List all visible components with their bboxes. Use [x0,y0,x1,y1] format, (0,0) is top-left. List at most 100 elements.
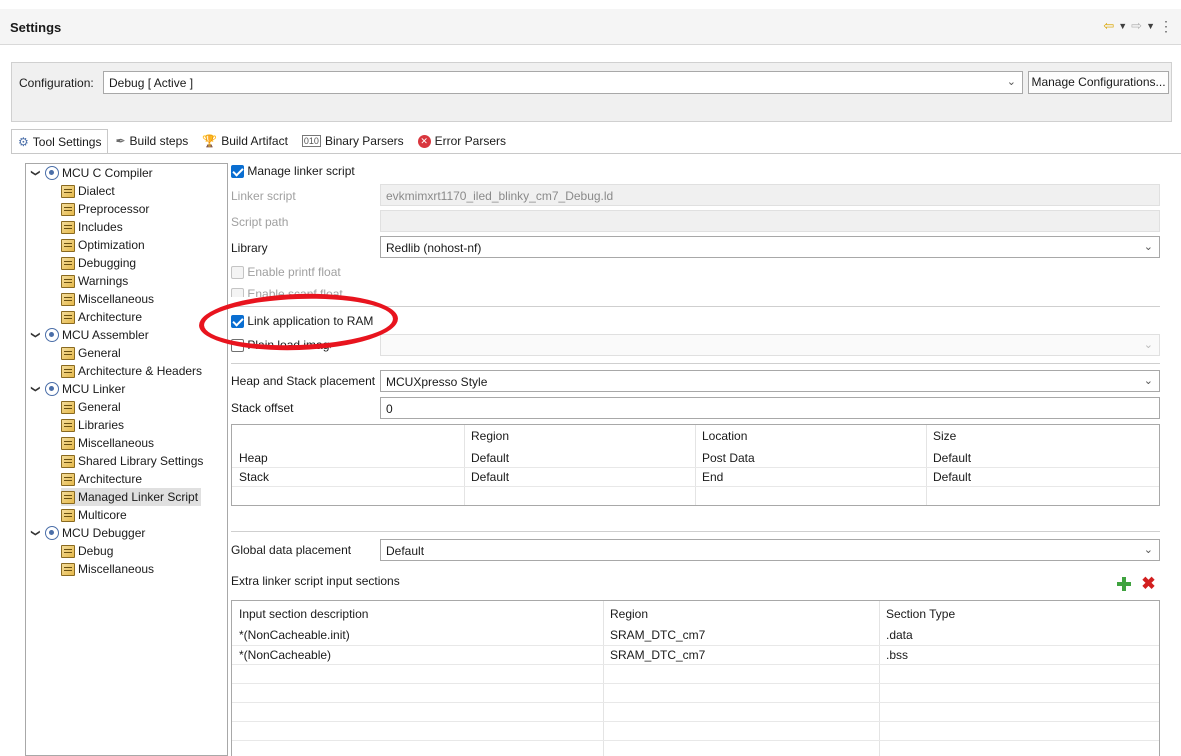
gear-icon: ⚙ [18,134,29,149]
plain-load-image-checkbox[interactable] [231,339,244,353]
back-dropdown-icon[interactable]: ▼ [1118,18,1127,34]
column-header-size[interactable]: Size [926,425,956,447]
tree-label: Miscellaneous [78,292,155,306]
tree-node-miscellaneous[interactable]: Miscellaneous [61,434,154,452]
tree-node-mcu-c-compiler[interactable]: ❯ MCU C Compiler [30,164,153,182]
view-menu-icon[interactable]: ⋮ [1159,18,1173,34]
tree-node-architecture[interactable]: Architecture [61,470,142,488]
tree-node-mcu-debugger[interactable]: ❯ MCU Debugger [30,524,145,542]
link-app-to-ram-checkbox[interactable] [231,315,244,329]
tree-label: Includes [78,220,123,234]
tree-node-includes[interactable]: Includes [61,218,123,236]
table-cell[interactable]: Post Data [695,449,755,468]
chevron-down-icon[interactable]: ❯ [27,167,45,179]
delete-icon[interactable]: ✖ [1141,575,1156,592]
table-cell[interactable]: .bss [879,646,908,665]
enable-scanf-float-checkbox[interactable] [231,288,244,297]
tree-node-shared-library-settings[interactable]: Shared Library Settings [61,452,203,470]
tree-node-libraries[interactable]: Libraries [61,416,124,434]
table-cell[interactable]: SRAM_DTC_cm7 [603,646,705,665]
options-icon [61,238,75,252]
table-cell[interactable]: SRAM_DTC_cm7 [603,626,705,645]
global-data-select[interactable]: Default ⌄ [380,539,1160,561]
table-cell[interactable]: End [695,468,723,487]
tree-node-multicore[interactable]: Multicore [61,506,127,524]
link-app-to-ram-row[interactable]: Link application to RAM [231,314,373,329]
column-header-region[interactable]: Region [464,425,509,447]
tree-node-architecture[interactable]: Architecture [61,308,142,326]
column-header-location[interactable]: Location [695,425,747,447]
manage-linker-script-row[interactable]: Manage linker script [231,164,355,179]
trophy-icon: 🏆 [202,134,218,148]
binary-icon: 010 [301,135,321,147]
tree-node-optimization[interactable]: Optimization [61,236,145,254]
forward-arrow-icon[interactable]: ⇨ [1131,18,1142,34]
tab-build-artifact[interactable]: 🏆 Build Artifact [195,129,295,153]
manage-configurations-button[interactable]: Manage Configurations... [1028,71,1169,94]
column-header-input-section[interactable]: Input section description [232,603,368,625]
table-cell[interactable]: .data [879,626,913,645]
tree-node-miscellaneous[interactable]: Miscellaneous [61,290,154,308]
tree-node-preprocessor[interactable]: Preprocessor [61,200,149,218]
configuration-select[interactable]: Debug [ Active ] ⌄ [103,71,1023,94]
tree-node-architecture-headers[interactable]: Architecture & Headers [61,362,202,380]
configuration-area: Configuration: Debug [ Active ] ⌄ Manage… [11,62,1172,122]
tree-node-dialect[interactable]: Dialect [61,182,115,200]
stack-offset-input[interactable]: 0 [380,397,1160,419]
tree-label: Managed Linker Script [78,490,199,504]
row-divider [232,702,1159,703]
table-cell[interactable]: Default [464,468,509,487]
column-header-section-type[interactable]: Section Type [879,603,955,625]
tree-node-debug[interactable]: Debug [61,542,113,560]
column-header-region[interactable]: Region [603,603,648,625]
tree-node-mcu-linker[interactable]: ❯ MCU Linker [30,380,125,398]
tree-node-debugging[interactable]: Debugging [61,254,136,272]
input-sections-table: Input section description Region Section… [231,600,1160,756]
linker-script-value: evkmimxrt1170_iled_blinky_cm7_Debug.ld [386,189,614,203]
add-icon[interactable] [1117,577,1131,591]
options-icon [61,562,75,576]
tab-build-steps[interactable]: ✒ Build steps [108,129,195,153]
tab-error-parsers[interactable]: ✕ Error Parsers [411,129,513,153]
table-cell[interactable]: Heap [232,449,268,468]
plain-load-image-select: ⌄ [380,334,1160,356]
chevron-down-icon[interactable]: ❯ [27,329,45,341]
forward-dropdown-icon[interactable]: ▼ [1146,18,1155,34]
tree-node-warnings[interactable]: Warnings [61,272,128,290]
tool-gear-icon [45,328,59,342]
manage-linker-script-checkbox[interactable] [231,165,244,179]
tree-label: MCU Debugger [62,526,146,540]
chevron-down-icon[interactable]: ❯ [27,527,45,539]
tree-node-miscellaneous[interactable]: Miscellaneous [61,560,154,578]
tab-tool-settings[interactable]: ⚙ Tool Settings [11,129,109,154]
options-icon [61,256,75,270]
table-cell[interactable]: *(NonCacheable) [232,646,331,665]
separator [231,363,1160,364]
enable-scanf-float-row[interactable]: Enable scanf float [231,287,343,297]
heap-stack-select[interactable]: MCUXpresso Style ⌄ [380,370,1160,392]
row-divider [232,740,1159,741]
tree-node-general[interactable]: General [61,344,121,362]
enable-printf-float-checkbox[interactable] [231,266,244,280]
settings-tabs: ⚙ Tool Settings ✒ Build steps 🏆 Build Ar… [11,129,513,154]
table-cell[interactable]: Default [926,449,971,468]
tree-node-general[interactable]: General [61,398,121,416]
table-cell[interactable]: Stack [232,468,269,487]
row-divider [232,683,1159,684]
tree-node-mcu-assembler[interactable]: ❯ MCU Assembler [30,326,149,344]
tree-label: Libraries [78,418,125,432]
enable-printf-float-row[interactable]: Enable printf float [231,265,341,280]
back-arrow-icon[interactable]: ⇦ [1103,18,1114,34]
chevron-down-icon: ⌄ [1006,76,1016,88]
tab-binary-parsers[interactable]: 010 Binary Parsers [295,129,411,153]
table-cell[interactable]: Default [926,468,971,487]
table-cell[interactable]: *(NonCacheable.init) [232,626,350,645]
script-path-label: Script path [231,215,289,229]
tree-node-managed-linker-script[interactable]: Managed Linker Script [61,488,202,506]
plain-load-image-row[interactable]: Plain load image [231,338,331,353]
chevron-down-icon[interactable]: ❯ [27,383,45,395]
tree-label: General [78,346,121,360]
tab-label: Error Parsers [434,134,506,148]
table-cell[interactable]: Default [464,449,509,468]
library-select[interactable]: Redlib (nohost-nf) ⌄ [380,236,1160,258]
